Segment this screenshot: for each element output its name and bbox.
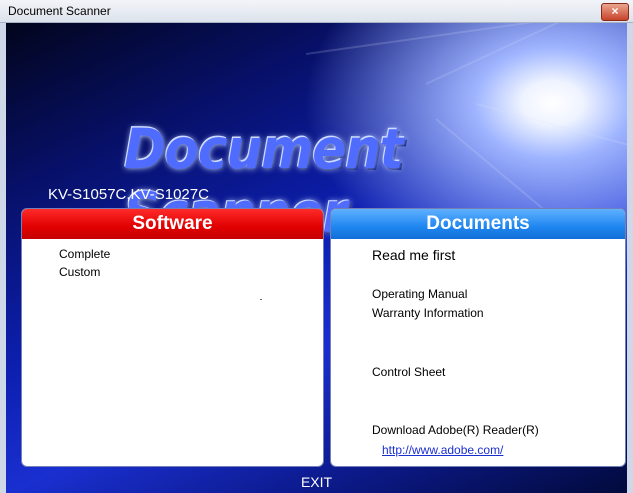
doc-read-me-first[interactable]: Read me first — [372, 247, 455, 263]
doc-warranty-information[interactable]: Warranty Information — [372, 306, 484, 320]
exit-button[interactable]: EXIT — [6, 474, 627, 490]
model-label: KV-S1057C,KV-S1027C — [48, 186, 209, 203]
software-item-custom[interactable]: Custom — [59, 265, 100, 279]
splash-background: Document Scanner KV-S1057C,KV-S1027C Sof… — [6, 23, 627, 493]
software-header: Software — [22, 209, 323, 239]
title-bar: Document Scanner × — [0, 0, 633, 23]
software-item-complete[interactable]: Complete — [59, 247, 110, 261]
doc-download-adobe[interactable]: Download Adobe(R) Reader(R) — [372, 423, 539, 437]
installer-window: Document Scanner × Document Scanner KV-S… — [0, 0, 633, 493]
documents-panel: Documents Read me first Operating Manual… — [330, 208, 626, 467]
documents-header: Documents — [331, 209, 625, 239]
window-title: Document Scanner — [8, 4, 111, 18]
close-button[interactable]: × — [601, 3, 629, 21]
doc-operating-manual[interactable]: Operating Manual — [372, 287, 467, 301]
adobe-link[interactable]: http://www.adobe.com/ — [382, 443, 503, 457]
doc-control-sheet[interactable]: Control Sheet — [372, 365, 445, 379]
software-panel: Software Complete Custom — [21, 208, 324, 467]
stray-dot — [260, 299, 262, 300]
